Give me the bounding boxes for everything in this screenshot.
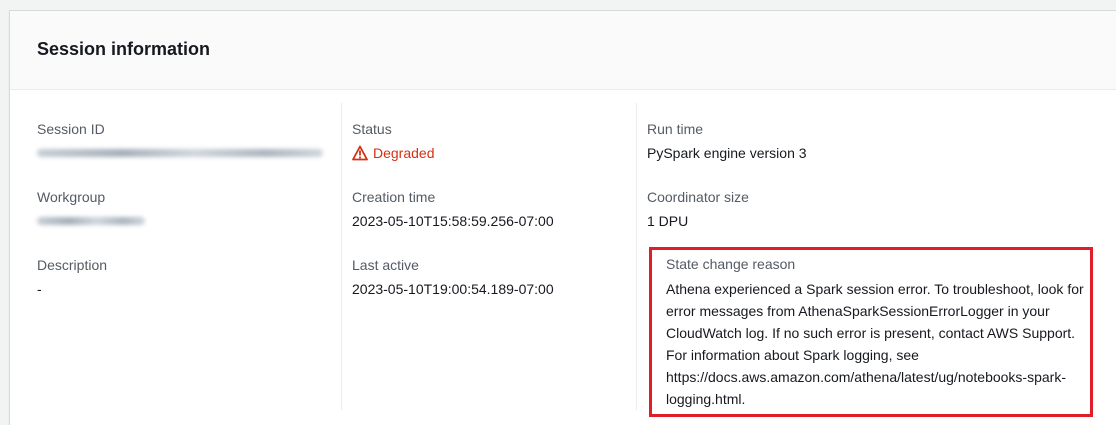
run-time-label: Run time: [647, 121, 704, 137]
run-time-value: PySpark engine version 3: [647, 145, 807, 161]
status-label: Status: [352, 121, 392, 137]
warning-triangle-icon: [352, 145, 368, 161]
creation-time-label: Creation time: [352, 189, 436, 205]
column-divider: [636, 103, 637, 410]
workgroup-label: Workgroup: [37, 189, 106, 205]
status-text: Degraded: [373, 145, 435, 161]
session-information-panel: Session information Session ID Workgroup…: [9, 10, 1116, 425]
last-active-field: Last active 2023-05-10T19:00:54.189-07:0…: [352, 255, 622, 299]
run-time-field: Run time PySpark engine version 3: [647, 119, 1087, 163]
description-field: Description -: [37, 255, 327, 299]
coordinator-size-field: Coordinator size 1 DPU: [647, 187, 1087, 231]
workgroup-field: Workgroup: [37, 187, 327, 225]
session-id-field: Session ID: [37, 119, 327, 157]
state-change-reason-value: Athena experienced a Spark session error…: [666, 281, 1084, 407]
state-change-reason-label: State change reason: [666, 256, 796, 272]
workgroup-value-redacted: [37, 217, 145, 225]
coordinator-size-label: Coordinator size: [647, 189, 749, 205]
panel-header: Session information: [10, 11, 1116, 90]
status-field: Status Degraded: [352, 119, 622, 163]
description-label: Description: [37, 257, 108, 273]
creation-time-value: 2023-05-10T15:58:59.256-07:00: [352, 213, 554, 229]
panel-title: Session information: [37, 39, 211, 59]
coordinator-size-value: 1 DPU: [647, 213, 689, 229]
state-change-reason-field: State change reason Athena experienced a…: [649, 254, 1096, 410]
session-id-value-redacted: [37, 149, 323, 157]
creation-time-field: Creation time 2023-05-10T15:58:59.256-07…: [352, 187, 622, 231]
status-value: Degraded: [352, 143, 622, 163]
column-divider: [341, 103, 342, 410]
last-active-value: 2023-05-10T19:00:54.189-07:00: [352, 281, 554, 297]
description-value: -: [37, 281, 42, 297]
session-id-label: Session ID: [37, 121, 105, 137]
last-active-label: Last active: [352, 257, 419, 273]
state-change-reason-highlight: State change reason Athena experienced a…: [649, 247, 1093, 417]
